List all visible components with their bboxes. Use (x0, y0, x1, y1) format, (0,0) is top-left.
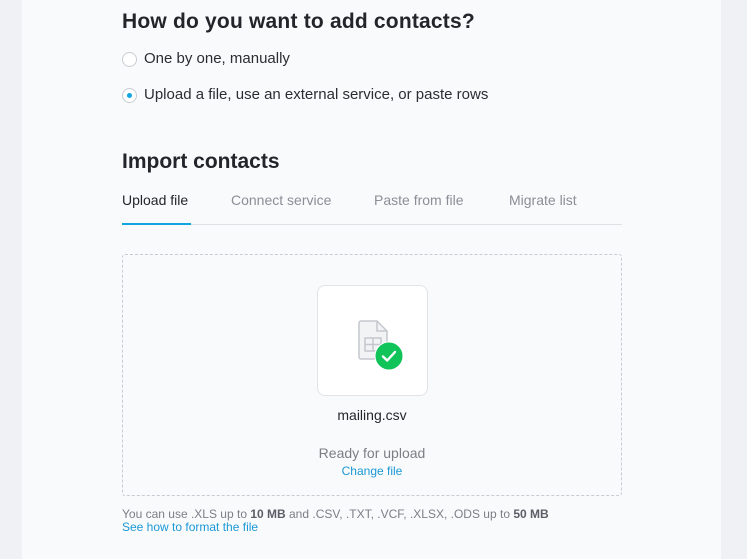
tab-upload-file[interactable]: Upload file (122, 192, 188, 208)
option-manual-label: One by one, manually (144, 50, 290, 67)
option-manual[interactable]: One by one, manually (122, 50, 290, 68)
hint-size-1: 10 MB (250, 507, 286, 521)
import-contacts-title: Import contacts (122, 150, 280, 173)
file-dropzone[interactable]: mailing.csv Ready for upload Change file (122, 254, 622, 496)
option-upload-label: Upload a file, use an external service, … (144, 86, 489, 103)
hint-text-1: You can use .XLS up to (122, 507, 251, 521)
add-contacts-question: How do you want to add contacts? (122, 10, 475, 33)
change-file-link[interactable]: Change file (342, 464, 403, 478)
radio-upload[interactable] (122, 87, 137, 103)
option-upload[interactable]: Upload a file, use an external service, … (122, 86, 488, 104)
file-card (317, 285, 428, 396)
tab-paste-from-file[interactable]: Paste from file (374, 192, 463, 208)
file-name: mailing.csv (337, 407, 407, 423)
tab-connect-service[interactable]: Connect service (231, 192, 331, 208)
file-format-hint: You can use .XLS up to 10 MB and .CSV, .… (122, 507, 549, 521)
upload-status: Ready for upload (318, 445, 426, 461)
radio-manual[interactable] (122, 51, 137, 67)
active-tab-indicator (122, 223, 191, 225)
hint-text-2: and .CSV, .TXT, .VCF, .XLSX, .ODS up to (285, 507, 514, 521)
tab-migrate-list[interactable]: Migrate list (509, 192, 577, 208)
import-tabs: Upload file Connect service Paste from f… (122, 190, 622, 225)
checkmark-icon (374, 341, 404, 371)
hint-size-2: 50 MB (513, 507, 549, 521)
format-help-link[interactable]: See how to format the file (122, 520, 258, 534)
